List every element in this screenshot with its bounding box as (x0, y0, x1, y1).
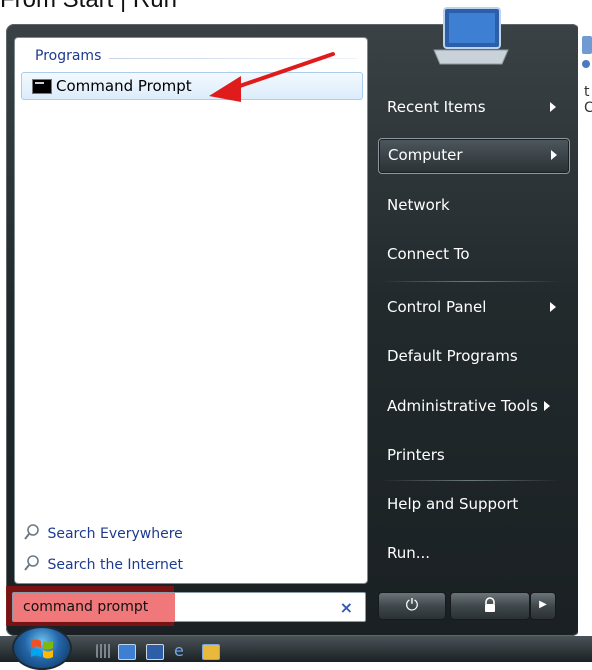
menu-item-run[interactable]: Run... (378, 537, 568, 571)
start-search-box: command prompt × (10, 586, 368, 628)
menu-item-connect-to[interactable]: Connect To (378, 238, 568, 272)
clear-search-icon[interactable]: × (340, 598, 353, 617)
command-prompt-icon (32, 79, 52, 94)
chevron-right-icon (551, 150, 557, 160)
search-internet-link[interactable]: Search the Internet (23, 554, 183, 576)
power-icon: ⏻ (405, 595, 419, 614)
menu-item-help-and-support[interactable]: Help and Support (378, 488, 568, 522)
menu-item-label: Printers (387, 446, 445, 464)
arrow-right-icon: ▶ (539, 599, 547, 610)
start-button[interactable] (12, 626, 72, 670)
power-controls: ⏻ ▶ (378, 590, 556, 622)
menu-item-label: Default Programs (387, 347, 518, 365)
menu-item-computer[interactable]: Computer (378, 138, 570, 174)
search-internet-label: Search the Internet (47, 557, 184, 573)
menu-item-label: Computer (388, 146, 463, 164)
search-everywhere-link[interactable]: Search Everywhere (23, 523, 183, 545)
search-everywhere-label: Search Everywhere (47, 526, 183, 542)
menu-separator (380, 281, 560, 282)
background-app-icon (582, 36, 592, 68)
menu-item-printers[interactable]: Printers (378, 439, 568, 473)
menu-item-label: Run... (387, 544, 431, 562)
switch-windows-icon[interactable] (146, 644, 164, 660)
quicklaunch-grip-icon (96, 644, 112, 658)
lock-icon (485, 597, 495, 612)
menu-separator (380, 480, 560, 481)
menu-item-label: Control Panel (387, 298, 487, 316)
programs-header: Programs (35, 48, 102, 64)
internet-explorer-icon[interactable]: e (174, 643, 190, 659)
chevron-right-icon (550, 102, 556, 112)
menu-item-recent-items[interactable]: Recent Items (378, 91, 568, 125)
menu-item-administrative-tools[interactable]: Administrative Tools (378, 390, 568, 424)
power-options-button[interactable]: ▶ (530, 592, 556, 620)
lock-button[interactable] (450, 592, 530, 620)
red-arrow-annotation (209, 52, 335, 102)
chevron-right-icon (544, 401, 550, 411)
computer-icon (433, 7, 509, 65)
menu-item-label: Network (387, 196, 450, 214)
start-search-input[interactable]: command prompt × (12, 592, 366, 622)
menu-item-label: Recent Items (387, 98, 486, 116)
menu-item-label: Administrative Tools (387, 397, 538, 415)
background-window-text: t C (584, 84, 592, 116)
search-input-value: command prompt (23, 599, 149, 615)
chevron-right-icon (550, 302, 556, 312)
power-button[interactable]: ⏻ (378, 592, 446, 620)
menu-item-label: Connect To (387, 245, 470, 263)
search-icon (23, 554, 43, 576)
taskbar (0, 636, 592, 662)
programs-pane: Programs Command Prompt Search Everywher… (14, 37, 368, 584)
menu-item-default-programs[interactable]: Default Programs (378, 340, 568, 374)
menu-item-label: Help and Support (387, 495, 519, 513)
windows-logo-icon (31, 639, 53, 659)
program-item-label: Command Prompt (56, 77, 192, 95)
background-window-edge (578, 24, 592, 644)
search-icon (23, 523, 43, 545)
show-desktop-icon[interactable] (118, 644, 136, 660)
app-icon[interactable] (202, 644, 220, 660)
menu-item-network[interactable]: Network (378, 189, 568, 223)
page-caption: From Start | Run (0, 0, 177, 14)
menu-item-control-panel[interactable]: Control Panel (378, 291, 568, 325)
